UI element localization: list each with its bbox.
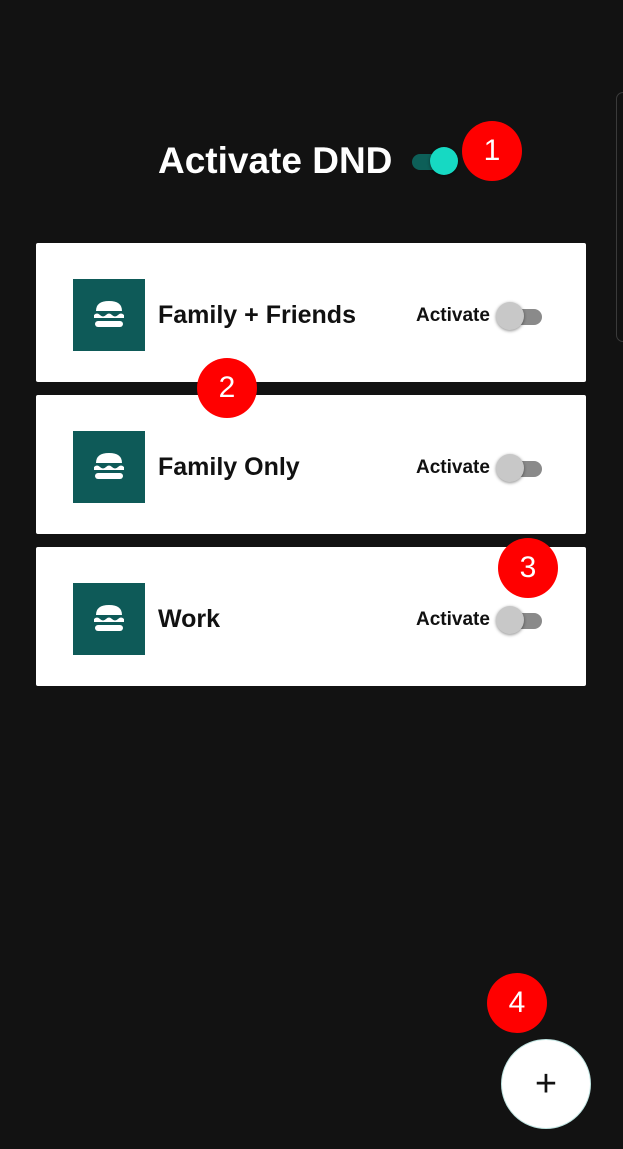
annotation-badge-2: 2 [197,358,257,418]
dnd-header: Activate DND [0,138,623,184]
add-profile-button[interactable]: + [501,1039,591,1129]
profile-name: Family + Friends [158,301,356,329]
activate-switch-family-only[interactable] [496,452,546,484]
annotation-badge-3: 3 [498,538,558,598]
plus-icon: + [534,1063,558,1105]
activate-label: Activate [416,457,490,478]
annotation-badge-4: 4 [487,973,547,1033]
activate-switch-work[interactable] [496,604,546,636]
dnd-master-switch[interactable] [410,145,460,177]
switch-thumb [496,454,524,482]
profile-card-family-only[interactable]: Family Only Activate [36,395,586,534]
switch-thumb [496,606,524,634]
activate-label: Activate [416,305,490,326]
switch-thumb [496,302,524,330]
activate-label: Activate [416,609,490,630]
profile-name: Work [158,605,221,633]
scroll-edge [616,92,623,342]
annotation-badge-1: 1 [462,121,522,181]
burger-icon [73,279,145,351]
activate-switch-family-friends[interactable] [496,300,546,332]
burger-icon [73,431,145,503]
burger-icon [73,583,145,655]
profile-card-family-friends[interactable]: Family + Friends Activate [36,243,586,382]
page-title: Activate DND [158,140,393,181]
profile-name: Family Only [158,453,300,481]
switch-thumb [430,147,458,175]
